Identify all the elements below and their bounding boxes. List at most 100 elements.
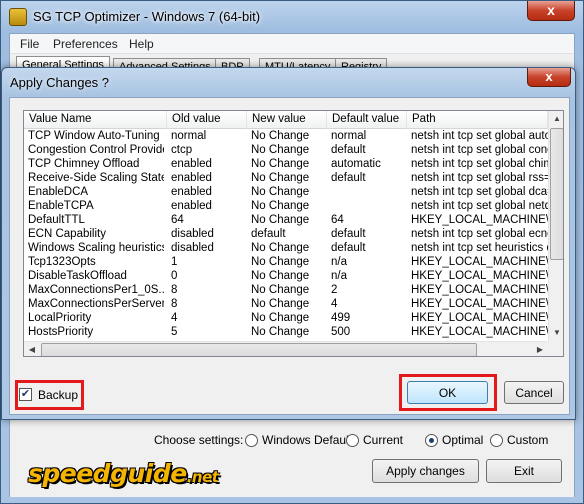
changes-list[interactable]: Value Name Old value New value Default v…	[23, 110, 564, 357]
cell-value-name: ECN Capability	[28, 228, 106, 240]
window-title: SG TCP Optimizer - Windows 7 (64-bit)	[33, 9, 261, 24]
radio-indicator[interactable]	[425, 433, 438, 447]
cell-old-value: 8	[171, 298, 178, 310]
cell-old-value: 64	[171, 214, 184, 226]
cell-path: HKEY_LOCAL_MACHINE\S	[411, 214, 548, 226]
table-row[interactable]: ECN Capability disabled default default nets…	[24, 227, 548, 241]
cell-value-name: DnsPriority	[28, 339, 164, 340]
radio-current[interactable]: Current	[346, 433, 403, 447]
cell-old-value: enabled	[171, 172, 212, 184]
cell-path: netsh int tcp set global conge	[411, 144, 548, 156]
cell-new-value: No Change	[251, 242, 310, 254]
horizontal-scroll-thumb[interactable]	[41, 343, 477, 356]
close-button[interactable]: x	[527, 1, 575, 21]
cell-default-value: 4	[331, 298, 338, 310]
vertical-scroll-thumb[interactable]	[550, 128, 563, 260]
cell-old-value: 6	[171, 339, 245, 340]
cell-default-value: 500	[331, 326, 351, 338]
menu-file[interactable]: File	[20, 37, 39, 51]
table-row[interactable]: TCP Chimney Offload enabled No Change autom…	[24, 157, 548, 171]
table-row[interactable]: MaxConnectionsPer1_0S... 8 No Change 2 HKEY_…	[24, 283, 548, 297]
cell-value-name: Windows Scaling heuristics	[28, 242, 164, 254]
table-row[interactable]: Congestion Control Provider ctcp No Change…	[24, 143, 548, 157]
cell-value-name: MaxConnectionsPer1_0S...	[28, 284, 164, 296]
table-row[interactable]: LocalPriority 4 No Change 499 HKEY_LOCAL_MAC…	[24, 311, 548, 325]
cancel-button[interactable]: Cancel	[504, 381, 564, 404]
cell-path: HKEY_LOCAL_MACHINE\S	[411, 256, 548, 268]
radio-indicator[interactable]	[346, 433, 359, 447]
cell-path: HKEY_LOCAL_MACHINE\S	[411, 284, 548, 296]
cell-old-value: 0	[171, 270, 178, 282]
cell-old-value: disabled	[171, 228, 214, 240]
radio-optimal[interactable]: Optimal	[425, 433, 483, 447]
cell-path: netsh int tcp set global rss=en	[411, 172, 548, 184]
scroll-left-arrow-icon[interactable]: ◀	[24, 342, 40, 356]
table-row[interactable]: DefaultTTL 64 No Change 64 HKEY_LOCAL_MACHIN…	[24, 213, 548, 227]
table-row[interactable]: Windows Scaling heuristics disabled No Cha…	[24, 241, 548, 255]
cell-value-name: TCP Window Auto-Tuning	[28, 130, 160, 142]
table-row[interactable]: EnableDCA enabled No Change netsh int tcp s…	[24, 185, 548, 199]
cell-default-value: 2000	[331, 339, 403, 340]
cell-default-value: automatic	[331, 158, 381, 170]
apply-changes-button[interactable]: Apply changes	[372, 459, 479, 483]
list-rows: TCP Window Auto-Tuning normal No Change nor…	[24, 129, 548, 340]
cell-value-name: TCP Chimney Offload	[28, 158, 140, 170]
cell-default-value: 499	[331, 312, 351, 324]
scroll-right-arrow-icon[interactable]: ▶	[532, 342, 548, 356]
scroll-corner	[548, 341, 563, 356]
menu-preferences[interactable]: Preferences	[53, 37, 118, 51]
cell-default-value: 2	[331, 284, 338, 296]
table-row[interactable]: Tcp1323Opts 1 No Change n/a HKEY_LOCAL_MACHI…	[24, 255, 548, 269]
cell-value-name: DefaultTTL	[28, 214, 85, 226]
cell-path: netsh int tcp set global autotu	[411, 130, 548, 142]
cell-old-value: 5	[171, 326, 178, 338]
scroll-up-arrow-icon[interactable]: ▲	[549, 111, 563, 127]
cell-value-name: MaxConnectionsPerServer	[28, 298, 164, 310]
cell-old-value: disabled	[171, 242, 214, 254]
cell-new-value: No Change	[251, 186, 310, 198]
table-row[interactable]: HostsPriority 5 No Change 500 HKEY_LOCAL_MAC…	[24, 325, 548, 339]
exit-button[interactable]: Exit	[486, 459, 562, 483]
table-row[interactable]: DisableTaskOffload 0 No Change n/a HKEY_LOCA…	[24, 269, 548, 283]
column-header-old-value[interactable]: Old value	[167, 111, 247, 129]
table-row[interactable]: EnableTCPA enabled No Change netsh int tcp …	[24, 199, 548, 213]
dialog-title: Apply Changes ?	[10, 75, 110, 90]
backup-label[interactable]: Backup	[38, 388, 78, 402]
radio-indicator[interactable]	[490, 433, 503, 447]
cell-default-value: normal	[331, 130, 367, 142]
cell-path: netsh int tcp set global ecnca	[411, 228, 548, 240]
cell-new-value: No Change	[251, 172, 310, 184]
horizontal-scrollbar[interactable]: ◀ ▶	[24, 341, 548, 356]
radio-windows-default[interactable]: Windows Default	[245, 433, 352, 447]
table-row[interactable]: Receive-Side Scaling State enabled No Chan…	[24, 171, 548, 185]
scroll-down-arrow-icon[interactable]: ▼	[549, 325, 563, 341]
column-header-path[interactable]: Path	[407, 111, 548, 129]
ok-button[interactable]: OK	[407, 381, 488, 404]
table-row[interactable]: MaxConnectionsPerServer 8 No Change 4 HKEY_L…	[24, 297, 548, 311]
radio-custom[interactable]: Custom	[490, 433, 548, 447]
cell-new-value: No Change	[251, 326, 310, 338]
cell-new-value: No Change	[251, 200, 310, 212]
cell-default-value: 64	[331, 214, 344, 226]
cell-old-value: 8	[171, 284, 178, 296]
column-header-value-name[interactable]: Value Name	[24, 111, 167, 129]
radio-indicator[interactable]	[245, 433, 258, 447]
table-row[interactable]: DnsPriority 6 No Change 2000 HKEY_LOCAL_MACH…	[24, 339, 548, 340]
cell-new-value: No Change	[251, 256, 310, 268]
cell-value-name: Tcp1323Opts	[28, 256, 96, 268]
table-row[interactable]: TCP Window Auto-Tuning normal No Change nor…	[24, 129, 548, 143]
apply-changes-dialog: Apply Changes ? x Value Name Old value N…	[1, 67, 576, 420]
cell-old-value: 4	[171, 312, 178, 324]
column-header-new-value[interactable]: New value	[247, 111, 327, 129]
dialog-body: Value Name Old value New value Default v…	[9, 97, 570, 415]
column-header-default-value[interactable]: Default value	[327, 111, 407, 129]
title-bar: SG TCP Optimizer - Windows 7 (64-bit) x	[1, 1, 583, 33]
cell-path: netsh int tcp set global chimn	[411, 158, 548, 170]
cell-new-value: No Change	[251, 298, 310, 310]
cell-default-value	[331, 199, 403, 213]
menu-help[interactable]: Help	[129, 37, 154, 51]
backup-checkbox[interactable]: ✔	[19, 388, 32, 401]
dialog-close-button[interactable]: x	[527, 68, 571, 87]
vertical-scrollbar[interactable]: ▲ ▼	[548, 111, 563, 341]
app-icon	[9, 8, 27, 26]
